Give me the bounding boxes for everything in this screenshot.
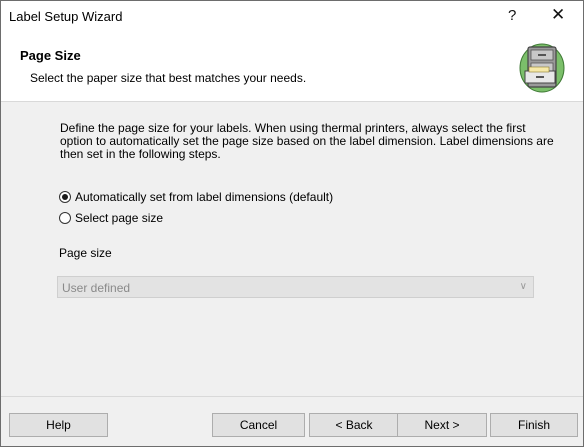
footer-divider: [1, 396, 583, 397]
close-icon[interactable]: ✕: [551, 5, 565, 25]
help-icon[interactable]: ?: [508, 7, 516, 24]
wizard-header: Page Size Select the paper size that bes…: [1, 31, 583, 102]
cancel-button[interactable]: Cancel: [212, 413, 305, 437]
finish-button[interactable]: Finish: [490, 413, 578, 437]
page-title: Page Size: [20, 48, 81, 63]
radio-button-unchecked[interactable]: [59, 212, 71, 224]
page-size-value: User defined: [62, 281, 131, 295]
description-text: Define the page size for your labels. Wh…: [60, 121, 554, 161]
radio-auto-label[interactable]: Automatically set from label dimensions …: [75, 190, 333, 204]
help-button[interactable]: Help: [9, 413, 108, 437]
chevron-down-icon: ∨: [519, 281, 527, 292]
next-button[interactable]: Next >: [397, 413, 487, 437]
window-title: Label Setup Wizard: [9, 9, 123, 24]
wizard-window: Label Setup Wizard ? ✕ Page Size Select …: [0, 0, 584, 447]
back-button[interactable]: < Back: [309, 413, 399, 437]
page-size-dropdown[interactable]: User defined ∨: [57, 276, 534, 298]
page-subtitle: Select the paper size that best matches …: [30, 71, 307, 85]
radio-button-checked[interactable]: [59, 191, 71, 203]
title-bar: Label Setup Wizard ? ✕: [1, 1, 583, 31]
page-size-label: Page size: [59, 246, 112, 260]
radio-auto-dimensions[interactable]: Automatically set from label dimensions …: [59, 190, 333, 204]
radio-select-label[interactable]: Select page size: [75, 211, 163, 225]
radio-select-page-size[interactable]: Select page size: [59, 211, 163, 225]
file-cabinet-icon: [519, 43, 565, 93]
